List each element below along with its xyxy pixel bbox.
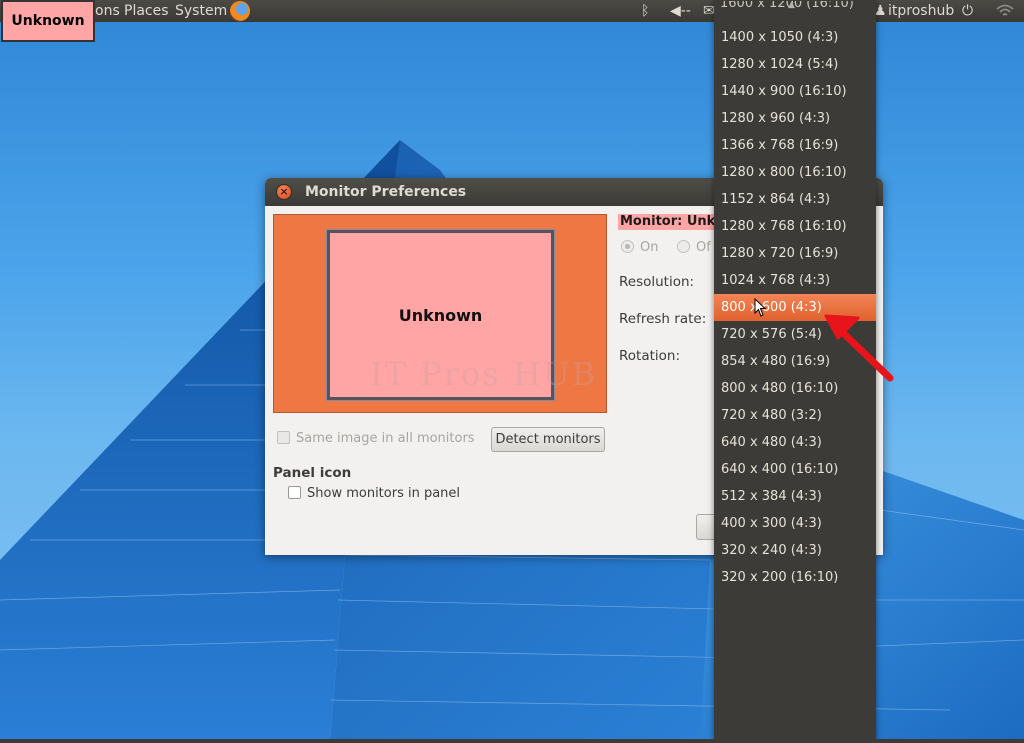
menu-item[interactable]: 1152 x 864 (4:3) (714, 186, 876, 213)
radio-on (621, 240, 634, 253)
dialog-title: Monitor Preferences (305, 184, 467, 200)
mouse-cursor-icon (754, 298, 767, 317)
radio-off (677, 240, 690, 253)
menu-item[interactable]: 1280 x 960 (4:3) (714, 105, 876, 132)
red-arrow-annotation (824, 314, 894, 382)
scroll-up-arrow-icon[interactable]: ▲ (788, 1, 795, 10)
menu-item[interactable]: 640 x 400 (16:10) (714, 456, 876, 483)
show-monitors-label: Show monitors in panel (307, 486, 461, 501)
resolution-label: Resolution: (619, 274, 695, 290)
monitor-preview[interactable]: Unknown (326, 229, 555, 401)
rotation-label: Rotation: (619, 348, 681, 364)
menu-item[interactable]: 400 x 300 (4:3) (714, 510, 876, 537)
menu-item[interactable]: 1366 x 768 (16:9) (714, 132, 876, 159)
menu-item[interactable]: 1024 x 768 (4:3) (714, 267, 876, 294)
power-icon[interactable]: ⏻ (962, 3, 973, 19)
monitor-layout-area[interactable]: Unknown (273, 214, 607, 413)
volume-icon[interactable]: ◀-- (670, 3, 691, 19)
close-icon[interactable]: × (276, 184, 292, 200)
show-monitors-checkbox[interactable] (288, 486, 301, 499)
menu-item[interactable]: 1280 x 1024 (5:4) (714, 51, 876, 78)
menu-item[interactable]: 640 x 480 (4:3) (714, 429, 876, 456)
same-image-label: Same image in all monitors (296, 431, 475, 446)
menu-item[interactable]: 512 x 384 (4:3) (714, 483, 876, 510)
radio-on-label: On (640, 240, 659, 255)
monitor-preview-label: Unknown (398, 305, 483, 325)
username-label[interactable]: itproshub (888, 2, 954, 20)
refresh-rate-label: Refresh rate: (619, 311, 707, 327)
same-image-option: Same image in all monitors (277, 431, 475, 446)
bluetooth-icon[interactable]: ᛒ (641, 3, 649, 19)
system-menu[interactable]: System (175, 2, 227, 20)
wifi-icon[interactable] (996, 4, 1014, 18)
menu-item[interactable]: 1400 x 1050 (4:3) (714, 24, 876, 51)
menu-item[interactable]: 320 x 240 (4:3) (714, 537, 876, 564)
panel-icon-heading: Panel icon (273, 465, 352, 481)
bottom-panel (0, 739, 1024, 743)
places-menu[interactable]: Places (124, 2, 169, 20)
menu-item[interactable]: 720 x 480 (3:2) (714, 402, 876, 429)
menu-item[interactable]: 1280 x 768 (16:10) (714, 213, 876, 240)
unknown-monitor-badge: Unknown (1, 0, 95, 42)
firefox-icon[interactable] (230, 1, 250, 21)
detect-monitors-button[interactable]: Detect monitors (491, 427, 605, 452)
menu-item-partial[interactable]: 1600 x 1200 (16:10) (720, 1, 854, 14)
radio-off-label: Of (696, 240, 711, 255)
menu-item[interactable]: 1280 x 800 (16:10) (714, 159, 876, 186)
radio-off-option: Of (677, 240, 711, 255)
radio-on-option: On (621, 240, 658, 255)
show-monitors-option[interactable]: Show monitors in panel (288, 486, 460, 501)
applications-menu[interactable]: ons (95, 2, 120, 20)
menu-item[interactable]: 1280 x 720 (16:9) (714, 240, 876, 267)
menu-item[interactable]: 320 x 200 (16:10) (714, 564, 876, 591)
menu-item[interactable]: 1440 x 900 (16:10) (714, 78, 876, 105)
monitor-name-label: Monitor: Unk (618, 214, 718, 230)
same-image-checkbox (277, 431, 290, 444)
mail-icon[interactable]: ✉ (703, 3, 715, 19)
